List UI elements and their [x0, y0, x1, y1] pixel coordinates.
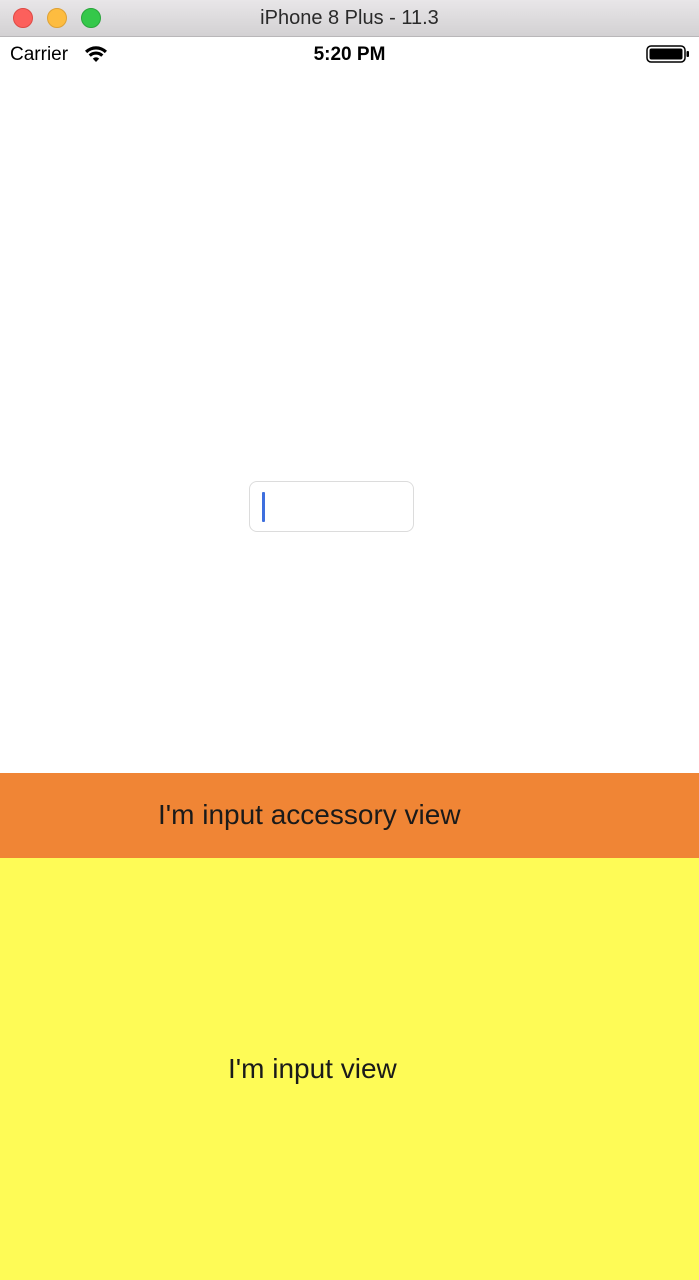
input-accessory-view: I'm input accessory view — [0, 773, 699, 858]
window-titlebar[interactable]: iPhone 8 Plus - 11.3 — [0, 0, 699, 37]
text-cursor — [262, 492, 265, 522]
input-view-label: I'm input view — [228, 1053, 397, 1084]
status-time: 5:20 PM — [313, 44, 386, 65]
text-field[interactable] — [249, 481, 414, 532]
status-bar: Carrier 5:20 PM — [0, 37, 699, 73]
battery-icon — [646, 45, 689, 63]
input-view: I'm input view — [0, 858, 699, 1280]
window-title: iPhone 8 Plus - 11.3 — [260, 7, 439, 29]
simulator-window: iPhone 8 Plus - 11.3 Carrier 5:20 PM I'm… — [0, 0, 699, 1280]
input-accessory-label: I'm input accessory view — [158, 799, 461, 830]
